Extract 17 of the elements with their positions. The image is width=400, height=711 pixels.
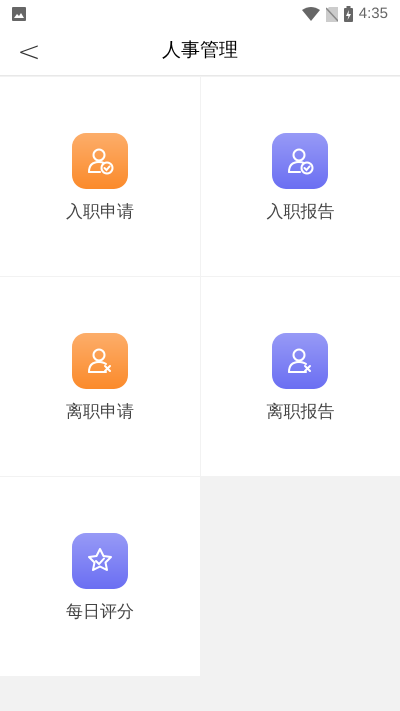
menu-tile[interactable]: 入职报告 xyxy=(200,77,400,276)
tile-label: 入职报告 xyxy=(266,201,334,223)
menu-tile[interactable]: 离职报告 xyxy=(200,277,400,476)
page-title: 人事管理 xyxy=(162,39,238,64)
status-time: 4:35 xyxy=(358,4,388,24)
menu-tile[interactable]: 入职申请 xyxy=(0,77,200,276)
back-button[interactable]: < xyxy=(14,34,44,70)
tile-label: 入职申请 xyxy=(66,201,134,223)
tile-label: 每日评分 xyxy=(66,601,134,623)
wifi-icon xyxy=(302,7,320,21)
no-sim-icon xyxy=(326,6,338,22)
tile-label: 离职申请 xyxy=(66,401,134,423)
menu-tile[interactable]: 每日评分 xyxy=(0,477,200,676)
battery-charging-icon xyxy=(344,6,353,22)
image-icon xyxy=(12,7,26,21)
tile-label: 离职报告 xyxy=(266,401,334,423)
menu-tile[interactable]: 离职申请 xyxy=(0,277,200,476)
